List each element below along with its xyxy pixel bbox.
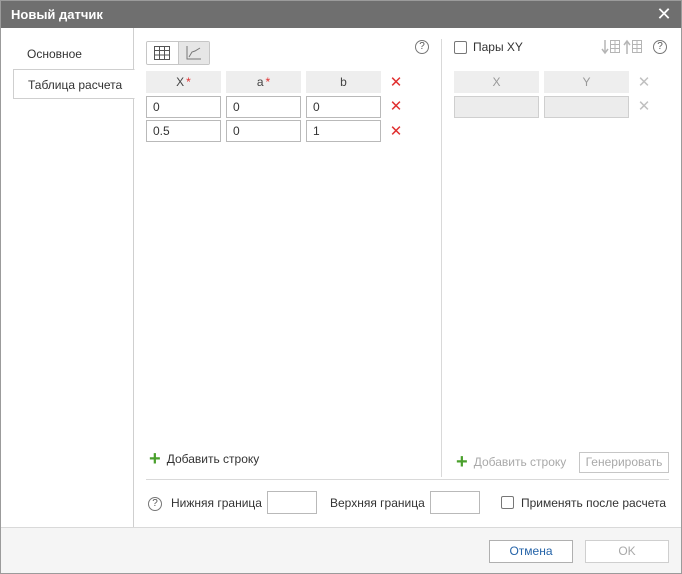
xy-pairs-checkbox[interactable]	[454, 41, 467, 54]
xy-cell-x-row-1[interactable]	[454, 96, 539, 118]
add-row-label: Добавить строку	[166, 452, 260, 466]
xy-column-header-y: Y	[544, 71, 629, 93]
title-bar: Новый датчик ✕	[1, 1, 681, 28]
delete-row-icon[interactable]: ✕	[389, 99, 403, 114]
chart-view-button[interactable]	[177, 42, 209, 64]
panel-divider	[441, 39, 442, 477]
delete-row-icon[interactable]: ✕	[389, 124, 403, 139]
chart-icon	[186, 46, 201, 60]
table-icon	[154, 46, 171, 60]
close-icon[interactable]: ✕	[653, 3, 675, 25]
upper-bound-label: Верхняя граница	[330, 496, 425, 510]
table-view-button[interactable]	[147, 42, 178, 64]
tab-calc-table[interactable]: Таблица расчета	[13, 69, 135, 99]
delete-column-icon[interactable]: ✕	[389, 75, 403, 90]
sort-up-icon[interactable]	[623, 38, 643, 56]
tab-general[interactable]: Основное	[13, 39, 134, 69]
apply-after-checkbox[interactable]	[501, 496, 514, 509]
column-header-x: X *	[146, 71, 221, 93]
cell-a-row-2[interactable]	[226, 120, 301, 142]
tab-list: Основное Таблица расчета	[1, 28, 135, 527]
xy-column-header-x: X	[454, 71, 539, 93]
help-icon[interactable]: ?	[148, 497, 162, 511]
dialog-footer: Отмена OK	[1, 527, 681, 573]
required-mark: *	[186, 75, 191, 89]
apply-after-label: Применять после расчета	[521, 496, 667, 510]
bottom-divider	[146, 479, 669, 480]
delete-row-icon[interactable]: ✕	[637, 99, 651, 114]
column-header-b: b	[306, 71, 381, 93]
column-header-a: a *	[226, 71, 301, 93]
xy-pairs-label: Пары XY	[473, 40, 523, 54]
view-toggle	[146, 41, 210, 65]
lower-bound-label: Нижняя граница	[171, 496, 262, 510]
xy-cell-y-row-1[interactable]	[544, 96, 629, 118]
xy-add-row-button[interactable]: + Добавить строку	[456, 451, 567, 473]
add-row-button[interactable]: + Добавить строку	[149, 448, 260, 470]
sort-down-icon[interactable]	[601, 38, 621, 56]
cell-a-row-1[interactable]	[226, 96, 301, 118]
calc-table-panel: ? X* a* b ✕ ✕ ✕ + Добавить строку Пары X…	[134, 28, 681, 527]
ok-button[interactable]: OK	[585, 540, 669, 563]
help-icon[interactable]: ?	[653, 40, 667, 54]
cell-x-row-2[interactable]	[146, 120, 221, 142]
required-mark: *	[265, 75, 271, 89]
window-title: Новый датчик	[11, 7, 103, 22]
upper-bound-input[interactable]	[430, 491, 480, 514]
help-icon[interactable]: ?	[415, 40, 429, 54]
cell-x-row-1[interactable]	[146, 96, 221, 118]
column-header-label: a	[256, 75, 264, 89]
delete-column-icon[interactable]: ✕	[637, 75, 651, 90]
generate-button[interactable]: Генерировать	[579, 452, 669, 473]
plus-icon: +	[149, 448, 161, 470]
cancel-button[interactable]: Отмена	[489, 540, 573, 563]
column-header-label: b	[340, 75, 347, 89]
cell-b-row-1[interactable]	[306, 96, 381, 118]
cell-b-row-2[interactable]	[306, 120, 381, 142]
lower-bound-input[interactable]	[267, 491, 317, 514]
plus-icon: +	[456, 451, 468, 473]
new-sensor-dialog: Новый датчик ✕ Основное Таблица расчета	[0, 0, 682, 574]
add-row-label: Добавить строку	[473, 455, 567, 469]
column-header-label: X	[176, 75, 185, 89]
